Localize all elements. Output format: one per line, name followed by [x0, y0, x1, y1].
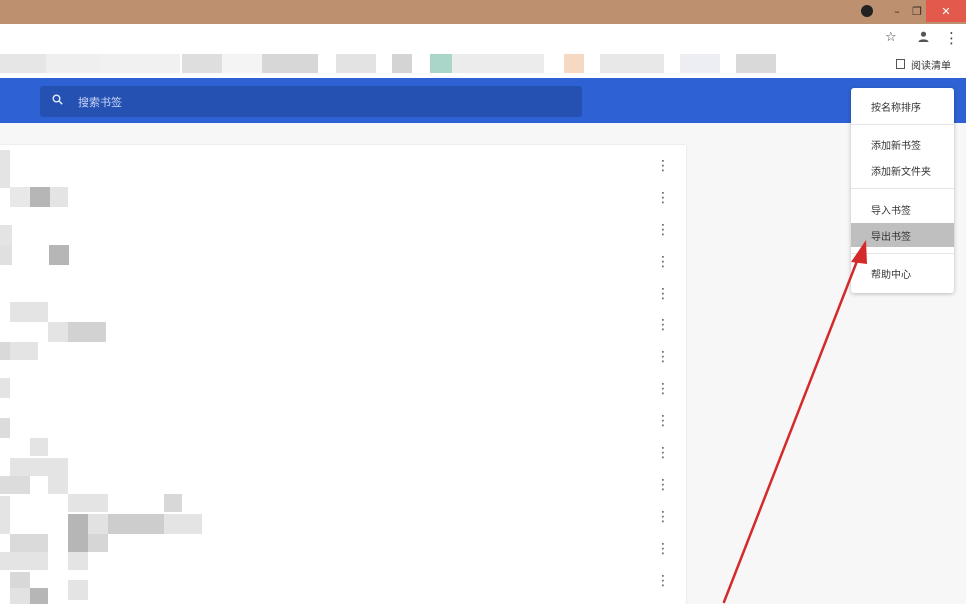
- annotation-arrow: [722, 240, 867, 604]
